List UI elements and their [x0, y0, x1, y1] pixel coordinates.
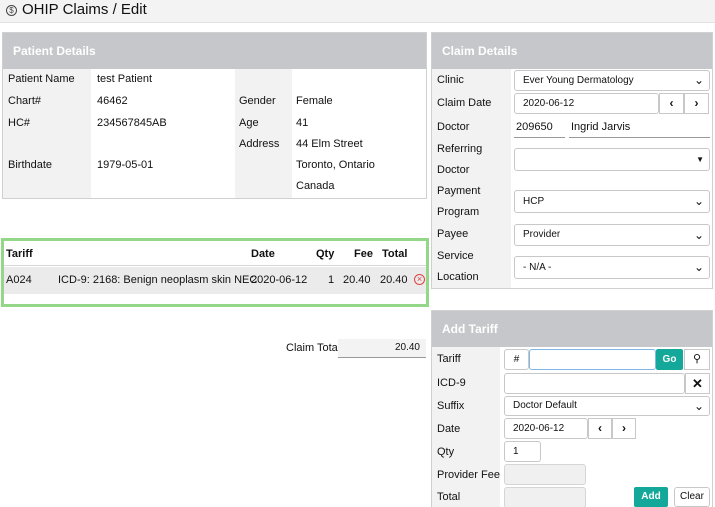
- provider-fee-field: [504, 464, 586, 485]
- column-date: Date: [251, 248, 275, 260]
- address-label: Address: [239, 138, 280, 150]
- birthdate-value: 1979-05-01: [97, 159, 154, 171]
- claim-date-input[interactable]: 2020-06-12: [514, 93, 659, 114]
- row-date: 2020-06-12: [251, 274, 308, 286]
- next-day-button[interactable]: ›: [684, 93, 709, 114]
- doctor-label: Doctor: [437, 121, 470, 133]
- suffix-select[interactable]: Doctor Default ⌄: [504, 396, 710, 416]
- tariff-code-input[interactable]: [529, 349, 656, 370]
- clinic-select[interactable]: Ever Young Dermatology ⌄: [514, 70, 710, 91]
- qty-label: Qty: [437, 446, 455, 458]
- doctor-name-field[interactable]: Ingrid Jarvis: [569, 118, 710, 138]
- tariff-label: Tariff: [437, 353, 461, 365]
- row-fee: 20.40: [343, 274, 371, 286]
- column-qty: Qty: [316, 248, 335, 260]
- previous-day-button[interactable]: ‹: [588, 418, 612, 439]
- tariff-table: Tariff Date Qty Fee Total A024 ICD-9: 21…: [1, 238, 429, 307]
- program-label: Program: [437, 206, 480, 218]
- claim-details-heading: Claim Details: [432, 33, 712, 69]
- chevron-down-icon: ⌄: [693, 73, 704, 87]
- patient-name-label: Patient Name: [8, 73, 75, 85]
- chart-value: 46462: [97, 95, 128, 107]
- claim-total-label: Claim Total: [286, 342, 341, 354]
- age-label: Age: [239, 117, 259, 129]
- claim-details-panel: Claim Details Clinic Ever Young Dermatol…: [431, 32, 713, 289]
- column-fee: Fee: [354, 248, 373, 260]
- row-total: 20.40: [380, 274, 408, 286]
- location-label: Location: [437, 271, 479, 283]
- referring-doctor-select[interactable]: ▼: [514, 148, 710, 171]
- tariff-date-input[interactable]: 2020-06-12: [504, 418, 588, 439]
- qty-input[interactable]: 1: [504, 441, 541, 462]
- address-line-2: Toronto, Ontario: [296, 159, 375, 171]
- payee-label: Payee: [437, 228, 469, 240]
- payment-label: Payment: [437, 185, 481, 197]
- claim-date-label: Claim Date: [437, 97, 492, 109]
- address-line-1: 44 Elm Street: [296, 138, 363, 150]
- gender-label: Gender: [239, 95, 276, 107]
- gender-value: Female: [296, 95, 333, 107]
- hc-label: HC#: [8, 117, 31, 129]
- table-header: Tariff Date Qty Fee Total: [4, 241, 426, 266]
- doctor-id-field[interactable]: 209650: [514, 118, 565, 138]
- chart-label: Chart#: [8, 95, 42, 107]
- date-label: Date: [437, 423, 461, 435]
- column-total: Total: [382, 248, 408, 260]
- patient-name-value: test Patient: [97, 73, 153, 85]
- patient-details-heading: Patient Details: [3, 33, 426, 69]
- next-day-button[interactable]: ›: [612, 418, 636, 439]
- address-line-3: Canada: [296, 180, 335, 192]
- previous-day-button[interactable]: ‹: [659, 93, 684, 114]
- row-icd: ICD-9: 2168: Benign neoplasm skin NEC: [58, 274, 258, 286]
- payment-program-select[interactable]: HCP ⌄: [514, 190, 710, 213]
- add-button[interactable]: Add: [634, 487, 668, 507]
- icd-label: ICD-9: [437, 377, 466, 389]
- service-label: Service: [437, 250, 474, 262]
- chevron-down-icon: ⌄: [693, 399, 704, 413]
- claim-total-value: 20.40: [338, 339, 426, 358]
- close-icon[interactable]: ✕: [685, 373, 710, 394]
- chevron-down-icon: ⌄: [693, 194, 704, 208]
- title-bar: $ OHIP Claims / Edit: [0, 0, 715, 23]
- total-field: [504, 487, 586, 507]
- add-tariff-panel: Add Tariff Tariff # Go ⚲ ICD-9 ✕ Suffix …: [431, 310, 713, 507]
- referring-label: Referring: [437, 143, 483, 155]
- chevron-down-icon: ⌄: [693, 228, 704, 242]
- hc-value: 234567845AB: [97, 117, 167, 129]
- go-button[interactable]: Go: [656, 349, 683, 370]
- page-title: OHIP Claims / Edit: [22, 1, 147, 18]
- service-location-select[interactable]: - N/A - ⌄: [514, 256, 710, 279]
- row-qty: 1: [328, 274, 335, 286]
- caret-down-icon: ▼: [696, 155, 704, 164]
- info-icon: $: [6, 5, 17, 16]
- row-tariff: A024: [6, 274, 32, 286]
- chevron-down-icon: ⌄: [693, 260, 704, 274]
- hash-addon: #: [504, 349, 529, 370]
- column-tariff: Tariff: [6, 248, 33, 260]
- total-label: Total: [437, 491, 461, 503]
- clinic-label: Clinic: [437, 74, 464, 86]
- search-icon[interactable]: ⚲: [684, 349, 710, 370]
- suffix-label: Suffix: [437, 400, 465, 412]
- remove-icon[interactable]: ×: [414, 274, 425, 285]
- icd-input[interactable]: [504, 373, 685, 394]
- referring-doctor-label: Doctor: [437, 164, 470, 176]
- age-value: 41: [296, 117, 309, 129]
- provider-fee-label: Provider Fee: [437, 469, 500, 481]
- add-tariff-heading: Add Tariff: [432, 311, 712, 347]
- birthdate-label: Birthdate: [8, 159, 53, 171]
- clear-button[interactable]: Clear: [674, 487, 710, 507]
- payee-select[interactable]: Provider ⌄: [514, 224, 710, 246]
- patient-details-panel: Patient Details Patient Name test Patien…: [2, 32, 427, 199]
- table-row: A024 ICD-9: 2168: Benign neoplasm skin N…: [4, 267, 426, 294]
